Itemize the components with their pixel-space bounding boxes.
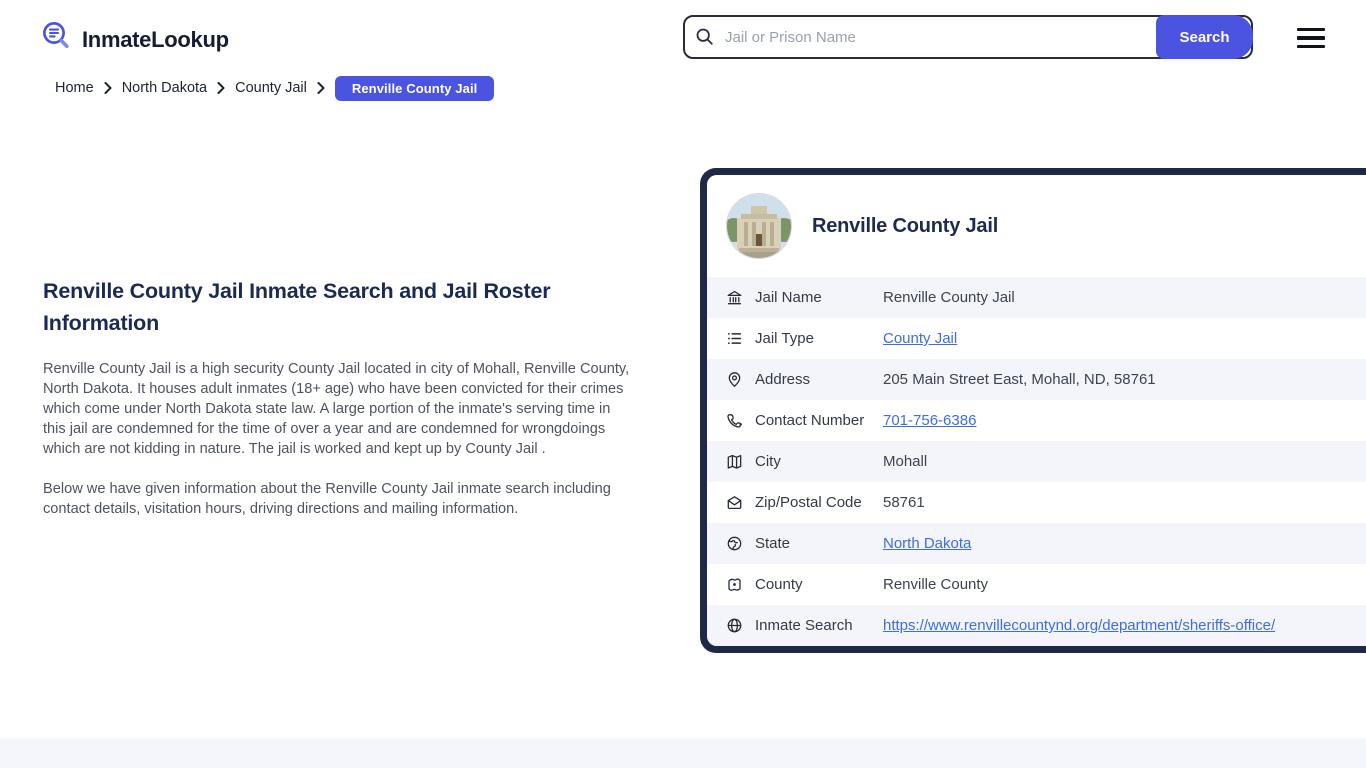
chevron-right-icon xyxy=(104,82,112,94)
table-row: City Mohall xyxy=(707,441,1366,482)
table-row: State North Dakota xyxy=(707,523,1366,564)
magnifier-logo-icon xyxy=(40,20,74,59)
row-value: 205 Main Street East, Mohall, ND, 58761 xyxy=(883,371,1156,388)
map-icon xyxy=(726,453,743,470)
jail-photo xyxy=(726,193,792,259)
jail-info-card: Renville County Jail Jail Name Renville … xyxy=(700,168,1366,653)
phone-icon xyxy=(726,412,743,429)
row-value: 58761 xyxy=(883,494,925,511)
breadcrumb-state[interactable]: North Dakota xyxy=(122,80,207,96)
row-value: Renville County xyxy=(883,576,989,593)
table-row: Jail Name Renville County Jail xyxy=(707,277,1366,318)
row-label: State xyxy=(755,535,791,552)
bank-icon xyxy=(726,289,743,306)
row-label: Contact Number xyxy=(755,412,865,429)
table-row: Jail Type County Jail xyxy=(707,318,1366,359)
envelope-icon xyxy=(726,494,743,511)
chevron-right-icon xyxy=(217,82,225,94)
menu-hamburger-icon[interactable] xyxy=(1297,28,1325,48)
brand-logo[interactable]: InmateLookup xyxy=(40,20,229,59)
search-bar: Search xyxy=(683,15,1253,59)
chevron-right-icon xyxy=(317,82,325,94)
table-row: Inmate Search https://www.renvillecounty… xyxy=(707,605,1366,646)
map-pin-icon xyxy=(726,371,743,388)
list-icon xyxy=(726,330,743,347)
row-label: Jail Type xyxy=(755,330,814,347)
row-label: City xyxy=(755,453,781,470)
intro-paragraph: Renville County Jail is a high security … xyxy=(43,361,630,457)
jail-card-title: Renville County Jail xyxy=(812,214,999,237)
row-value-link[interactable]: County Jail xyxy=(883,330,957,347)
row-value: Renville County Jail xyxy=(883,289,1015,306)
table-row: Zip/Postal Code 58761 xyxy=(707,482,1366,523)
table-row: County Renville County xyxy=(707,564,1366,605)
breadcrumb-current-badge: Renville County Jail xyxy=(334,75,495,101)
row-value-link[interactable]: 701-756-6386 xyxy=(883,412,976,429)
jail-details-table: Jail Name Renville County Jail Jail Type… xyxy=(707,277,1366,646)
table-row: Contact Number 701-756-6386 xyxy=(707,400,1366,441)
table-row: Address 205 Main Street East, Mohall, ND… xyxy=(707,359,1366,400)
footer-band xyxy=(0,738,1366,768)
row-label: Address xyxy=(755,371,811,388)
brand-name: InmateLookup xyxy=(82,26,229,52)
row-value-link[interactable]: North Dakota xyxy=(883,535,971,552)
jail-card-header: Renville County Jail xyxy=(707,175,1366,277)
search-button[interactable]: Search xyxy=(1156,15,1253,59)
row-label: County xyxy=(755,576,803,593)
web-globe-icon xyxy=(726,617,743,634)
row-value-link[interactable]: https://www.renvillecountynd.org/departm… xyxy=(883,617,1275,634)
row-label: Inmate Search xyxy=(755,617,853,634)
breadcrumb-home[interactable]: Home xyxy=(55,80,94,96)
page-title: Renville County Jail Inmate Search and J… xyxy=(43,279,551,335)
county-map-icon xyxy=(726,576,743,593)
details-paragraph: Below we have given information about th… xyxy=(43,481,611,517)
row-value: Mohall xyxy=(883,453,928,470)
row-label: Zip/Postal Code xyxy=(755,494,862,511)
globe-icon xyxy=(726,535,743,552)
breadcrumb: Home North Dakota County Jail Renville C… xyxy=(55,75,495,101)
article: Renville County Jail Inmate Search and J… xyxy=(43,275,635,519)
breadcrumb-jail-type[interactable]: County Jail xyxy=(235,80,307,96)
row-label: Jail Name xyxy=(755,289,822,306)
